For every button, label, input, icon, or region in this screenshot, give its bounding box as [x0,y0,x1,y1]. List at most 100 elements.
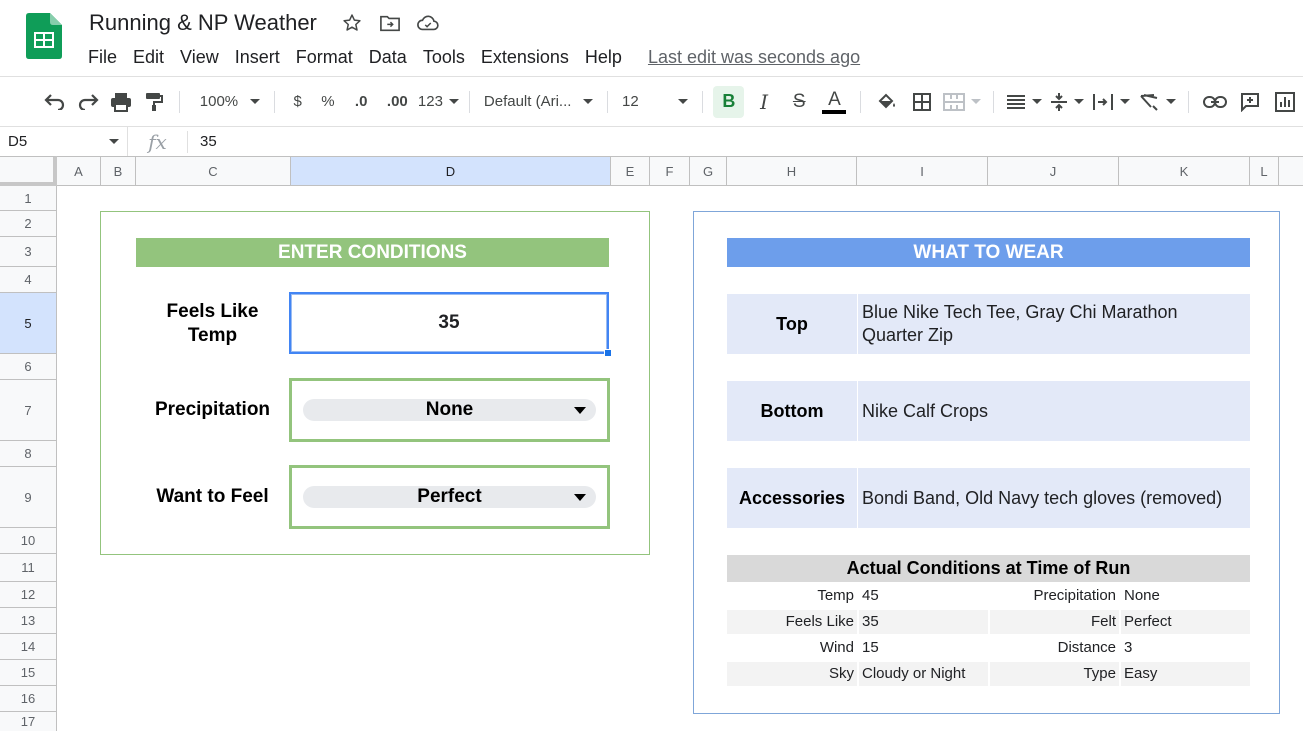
want-to-feel-dropdown[interactable]: Perfect [303,486,596,508]
italic-button[interactable]: I [748,86,779,118]
felt-value[interactable]: Perfect [1124,610,1244,634]
merge-cells-select[interactable] [939,92,985,111]
row-header-4[interactable]: 4 [0,267,56,293]
menu-help[interactable]: Help [577,46,630,68]
column-header-l[interactable]: L [1250,157,1279,185]
column-header-b[interactable]: B [101,157,136,185]
insert-comment-icon[interactable] [1235,86,1266,118]
toolbar-divider [702,90,704,113]
column-header-d[interactable]: D [291,157,611,185]
row-header-14[interactable]: 14 [0,634,56,660]
menu-edit[interactable]: Edit [125,46,172,68]
row-header-2[interactable]: 2 [0,211,56,237]
column-header-h[interactable]: H [727,157,857,185]
bold-button[interactable]: B [713,85,745,118]
print-icon[interactable] [107,86,136,118]
row-header-12[interactable]: 12 [0,582,56,608]
row-header-10[interactable]: 10 [0,528,56,554]
horizontal-align-select[interactable] [1002,94,1046,110]
type-value[interactable]: Easy [1124,662,1244,686]
column-header-a[interactable]: A [57,157,101,185]
decrease-decimal-button[interactable]: .0 [346,86,377,118]
borders-icon[interactable] [906,86,937,118]
formula-input[interactable]: 35 [188,133,217,150]
row-header-1[interactable]: 1 [0,186,56,211]
vertical-align-select[interactable] [1046,92,1088,112]
feels-like-actual-value[interactable]: 35 [862,610,982,634]
strikethrough-button[interactable]: S [784,86,815,118]
wind-value[interactable]: 15 [862,636,982,660]
temp-value[interactable]: 45 [862,584,982,608]
text-rotation-select[interactable] [1134,93,1180,111]
menu-file[interactable]: File [80,46,125,68]
title-bar: Running & NP Weather File Edit View Inse… [0,0,1303,76]
distance-value[interactable]: 3 [1124,636,1244,660]
row-header-16[interactable]: 16 [0,686,56,712]
sky-value[interactable]: Cloudy or Night [862,662,982,686]
chevron-down-icon [448,99,459,104]
row-header-8[interactable]: 8 [0,441,56,467]
toolbar-divider [1188,90,1190,113]
redo-icon[interactable] [73,86,102,118]
menu-format[interactable]: Format [288,46,361,68]
row-header-13[interactable]: 13 [0,608,56,634]
column-header-k[interactable]: K [1119,157,1250,185]
cell-divider [1119,662,1121,686]
undo-icon[interactable] [40,86,69,118]
precipitation-actual-value[interactable]: None [1124,584,1244,608]
font-size-select[interactable]: 12 [616,93,694,110]
last-edit-link[interactable]: Last edit was seconds ago [640,46,868,68]
increase-decimal-button[interactable]: .00 [381,86,414,118]
what-to-wear-title: WHAT TO WEAR [727,238,1250,267]
text-color-label: A [828,88,841,110]
menu-insert[interactable]: Insert [227,46,288,68]
toolbar-divider [860,90,862,113]
row-header-7[interactable]: 7 [0,380,56,441]
chevron-down-icon [1074,99,1085,104]
menu-data[interactable]: Data [361,46,415,68]
star-icon[interactable] [338,10,366,36]
fill-handle[interactable] [604,349,612,357]
row-header-11[interactable]: 11 [0,554,56,582]
row-header-17[interactable]: 17 [0,712,56,731]
feels-like-input[interactable]: 35 [289,292,612,357]
zoom-select[interactable]: 100% [188,93,266,110]
top-value[interactable]: Blue Nike Tech Tee, Gray Chi Marathon Qu… [858,294,1250,354]
document-title[interactable]: Running & NP Weather [89,10,317,36]
column-header-f[interactable]: F [650,157,690,185]
row-header-5[interactable]: 5 [0,293,56,354]
paint-format-icon[interactable] [140,86,169,118]
name-box[interactable]: D5 [0,126,128,157]
more-formats-select[interactable]: 123 [416,93,461,110]
bottom-value[interactable]: Nike Calf Crops [858,381,1250,441]
column-header-g[interactable]: G [690,157,727,185]
text-color-button[interactable]: A [819,86,850,118]
column-header-c[interactable]: C [136,157,291,185]
fill-color-icon[interactable] [871,86,902,118]
temp-label: Temp [817,587,854,604]
menu-tools[interactable]: Tools [415,46,473,68]
column-header-e[interactable]: E [611,157,650,185]
move-folder-icon[interactable] [376,10,404,36]
column-header-j[interactable]: J [988,157,1119,185]
row-header-3[interactable]: 3 [0,237,56,267]
currency-format-button[interactable]: $ [285,86,310,118]
column-header-i[interactable]: I [857,157,988,185]
sheets-logo-icon[interactable] [26,13,62,59]
row-header-15[interactable]: 15 [0,660,56,686]
precipitation-label: Precipitation [154,399,271,420]
precipitation-dropdown[interactable]: None [303,399,596,421]
insert-chart-icon[interactable] [1270,86,1301,118]
menu-view[interactable]: View [172,46,227,68]
insert-link-icon[interactable] [1199,86,1230,118]
accessories-value[interactable]: Bondi Band, Old Navy tech gloves (remove… [858,468,1250,528]
menu-extensions[interactable]: Extensions [473,46,577,68]
text-wrap-select[interactable] [1088,93,1134,111]
percent-format-button[interactable]: % [314,86,341,118]
cloud-saved-icon[interactable] [414,10,442,36]
actual-row-1: Temp 45 Precipitation None [727,584,1250,608]
row-header-9[interactable]: 9 [0,467,56,528]
row-header-6[interactable]: 6 [0,354,56,380]
font-family-select[interactable]: Default (Ari... [478,93,599,110]
select-all-corner[interactable] [0,156,57,186]
